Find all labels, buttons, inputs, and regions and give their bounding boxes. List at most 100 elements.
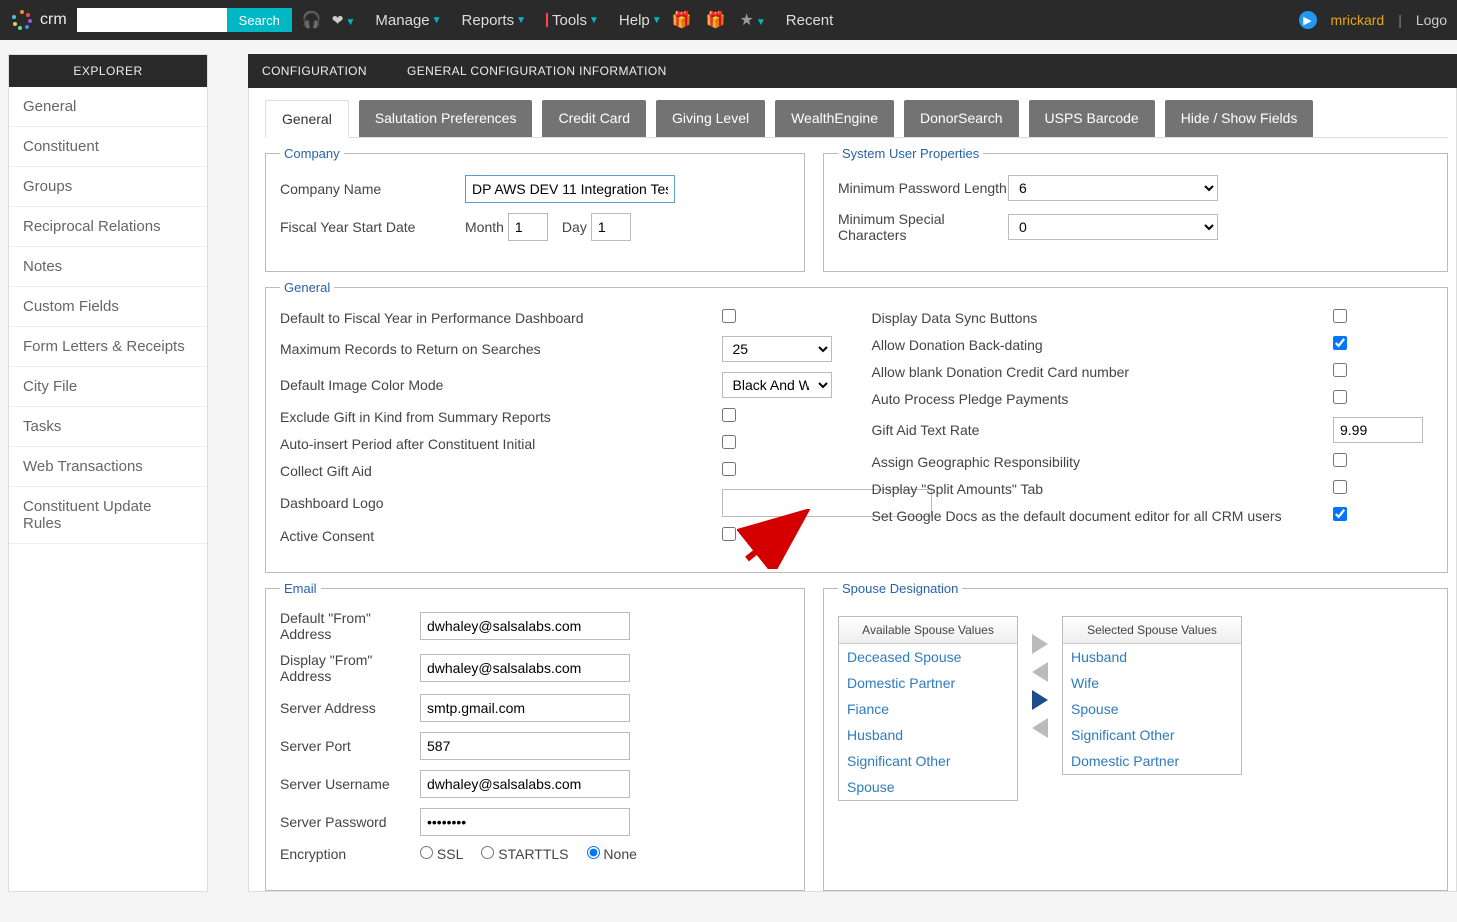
tab[interactable]: General [265,100,349,138]
move-all-right-button[interactable] [1032,634,1048,654]
spouse-value-item[interactable]: Fiance [839,696,1017,722]
tab[interactable]: Giving Level [656,100,765,137]
setting-checkbox[interactable] [722,408,736,422]
setting-checkbox[interactable] [1333,453,1347,467]
fiscal-year-label: Fiscal Year Start Date [280,219,465,235]
selected-spouse-box: Selected Spouse Values HusbandWifeSpouse… [1062,616,1242,775]
min-sc-label: Minimum Special Characters [838,211,1008,243]
setting-label: Default Image Color Mode [280,377,722,393]
search-button[interactable]: Search [227,8,292,32]
move-all-left-button[interactable] [1032,718,1048,738]
menu-help[interactable]: Help▼ [619,12,662,29]
username[interactable]: mrickard [1331,12,1385,28]
tab[interactable]: Credit Card [542,100,646,137]
brand-text: crm [40,11,67,29]
min-pw-select[interactable]: 6 [1008,175,1218,201]
spouse-value-item[interactable]: Husband [1063,644,1241,670]
setting-checkbox[interactable] [1333,309,1347,323]
setting-checkbox[interactable] [1333,363,1347,377]
tab[interactable]: DonorSearch [904,100,1019,137]
setting-number[interactable] [1333,417,1423,443]
topbar-right: ▶ mrickard | Logo [1299,11,1447,29]
encryption-radio[interactable] [587,846,600,859]
setting-checkbox[interactable] [1333,390,1347,404]
company-name-label: Company Name [280,181,465,197]
spouse-value-item[interactable]: Significant Other [1063,722,1241,748]
encryption-radio[interactable] [420,846,433,859]
sidebar-item[interactable]: Web Transactions [9,447,207,487]
sidebar-item[interactable]: Notes [9,247,207,287]
logout-link[interactable]: Logo [1416,12,1447,28]
fiscal-month-input[interactable] [508,213,548,241]
spouse-value-item[interactable]: Spouse [1063,696,1241,722]
setting-select[interactable]: 25 [722,336,832,362]
menu-manage[interactable]: Manage▼ [375,12,441,29]
menu-reports[interactable]: Reports▼ [462,12,526,29]
email-field-input[interactable] [420,770,630,798]
setting-label: Auto Process Pledge Payments [872,391,1334,407]
email-field-input[interactable] [420,808,630,836]
setting-label: Gift Aid Text Rate [872,422,1334,438]
spouse-value-item[interactable]: Deceased Spouse [839,644,1017,670]
gift-icon-2[interactable]: 🎁 [706,10,726,30]
email-section: Email Default "From" AddressDisplay "Fro… [265,581,805,891]
email-field-input[interactable] [420,654,630,682]
email-field-label: Default "From" Address [280,610,420,642]
fiscal-day-input[interactable] [591,213,631,241]
spouse-value-item[interactable]: Domestic Partner [839,670,1017,696]
heart-icon[interactable]: ❤▼ [332,12,356,29]
spouse-value-item[interactable]: Significant Other [839,748,1017,774]
sidebar-item[interactable]: Constituent [9,127,207,167]
min-pw-label: Minimum Password Length [838,180,1008,196]
gift-icon-1[interactable]: 🎁 [672,10,692,30]
general-section: General Default to Fiscal Year in Perfor… [265,280,1448,573]
setting-checkbox[interactable] [1333,336,1347,350]
sidebar-item[interactable]: Custom Fields [9,287,207,327]
star-icon[interactable]: ★▼ [740,10,766,30]
email-field-input[interactable] [420,732,630,760]
sidebar-item[interactable]: Form Letters & Receipts [9,327,207,367]
search-input[interactable] [77,8,227,32]
spouse-value-item[interactable]: Spouse [839,774,1017,800]
min-sc-select[interactable]: 0 [1008,214,1218,240]
spouse-value-item[interactable]: Husband [839,722,1017,748]
menu-tools[interactable]: Tools▼ [546,12,599,29]
menu-recent[interactable]: Recent [786,12,834,29]
logo-icon [10,8,34,32]
tabs: General Salutation PreferencesCredit Card… [265,100,1448,138]
sidebar-item[interactable]: City File [9,367,207,407]
divider: | [1398,12,1402,28]
setting-label: Display "Split Amounts" Tab [872,481,1334,497]
company-name-input[interactable] [465,175,675,203]
main-menus: Manage▼ Reports▼ Tools▼ Help▼ [375,12,661,29]
setting-checkbox[interactable] [722,435,736,449]
setting-checkbox[interactable] [1333,507,1347,521]
setting-checkbox[interactable] [1333,480,1347,494]
encryption-radio[interactable] [481,846,494,859]
setting-label: Collect Gift Aid [280,463,722,479]
email-field-input[interactable] [420,612,630,640]
sidebar-item[interactable]: Tasks [9,407,207,447]
sidebar-item[interactable]: Groups [9,167,207,207]
move-left-button[interactable] [1032,662,1048,682]
sidebar-item[interactable]: General [9,87,207,127]
system-user-section: System User Properties Minimum Password … [823,146,1448,272]
tab[interactable]: USPS Barcode [1029,100,1155,137]
tab[interactable]: Salutation Preferences [359,100,533,137]
tab[interactable]: WealthEngine [775,100,894,137]
spouse-value-item[interactable]: Domestic Partner [1063,748,1241,774]
setting-checkbox[interactable] [722,309,736,323]
spouse-value-item[interactable]: Wife [1063,670,1241,696]
move-right-button[interactable] [1032,690,1048,710]
setting-select[interactable]: Black And White [722,372,832,398]
general-right-column: Display Data Sync ButtonsAllow Donation … [872,309,1434,554]
headset-icon[interactable]: 🎧 [302,10,322,30]
breadcrumb-general-config: GENERAL CONFIGURATION INFORMATION [407,64,667,78]
tab[interactable]: Hide / Show Fields [1165,100,1314,137]
selected-spouse-title: Selected Spouse Values [1063,617,1241,644]
email-field-input[interactable] [420,694,630,722]
setting-checkbox[interactable] [722,462,736,476]
setting-checkbox[interactable] [722,527,736,541]
sidebar-item[interactable]: Constituent Update Rules [9,487,207,544]
sidebar-item[interactable]: Reciprocal Relations [9,207,207,247]
